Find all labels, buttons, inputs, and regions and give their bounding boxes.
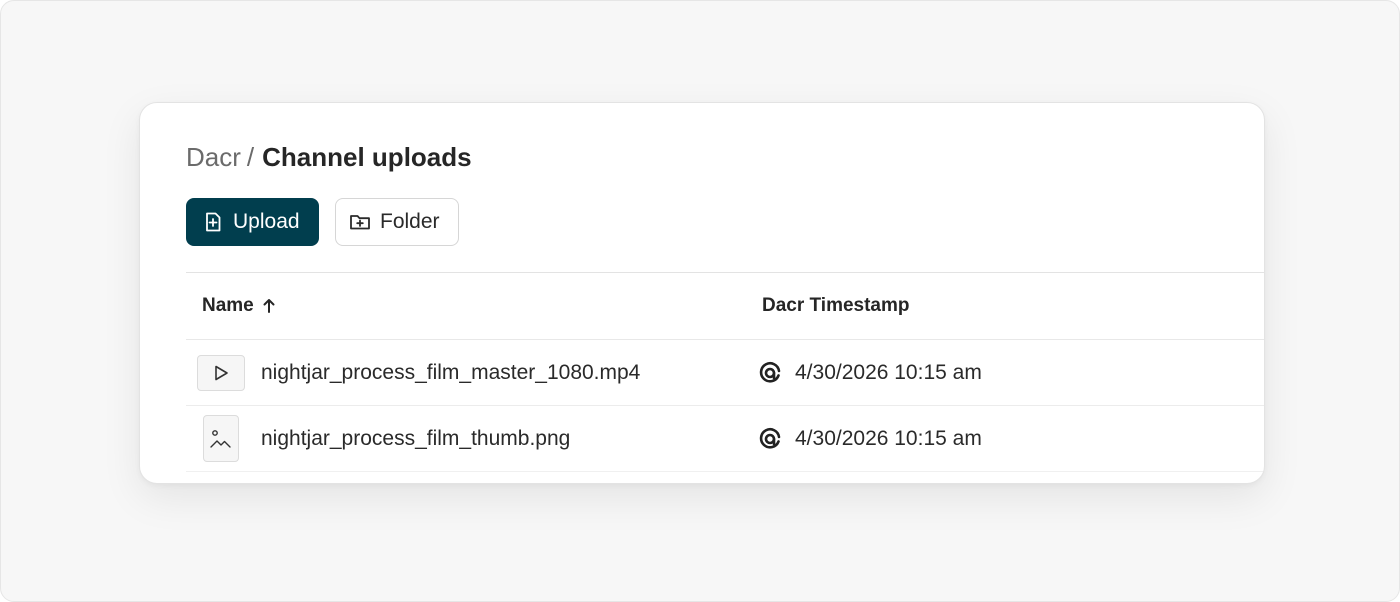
table-header: Name Dacr Timestamp — [186, 272, 1264, 340]
table-row[interactable]: nightjar_process_film_thumb.png 4/30/202… — [186, 406, 1264, 472]
row-timestamp: 4/30/2026 10:15 am — [795, 427, 982, 450]
file-name[interactable]: nightjar_process_film_master_1080.mp4 — [261, 340, 640, 405]
column-header-name-label: Name — [202, 295, 254, 316]
table-row[interactable]: nightjar_process_film_master_1080.mp4 4/… — [186, 340, 1264, 406]
file-plus-icon — [202, 211, 224, 233]
folder-plus-icon — [349, 211, 371, 233]
sort-ascending-icon — [262, 298, 276, 314]
dacr-logo-icon — [757, 426, 783, 452]
new-folder-button[interactable]: Folder — [335, 198, 459, 246]
video-file-thumbnail — [197, 355, 245, 391]
new-folder-button-label: Folder — [380, 210, 440, 233]
app-background: Dacr / Channel uploads Upload Folder Nam… — [0, 0, 1400, 602]
image-icon — [209, 427, 233, 451]
row-timestamp: 4/30/2026 10:15 am — [795, 361, 982, 384]
upload-button[interactable]: Upload — [186, 198, 319, 246]
uploads-card: Dacr / Channel uploads Upload Folder Nam… — [139, 102, 1265, 484]
upload-button-label: Upload — [233, 210, 300, 233]
play-icon — [212, 364, 230, 382]
breadcrumb: Dacr / Channel uploads — [186, 139, 472, 175]
page-title: Channel uploads — [262, 142, 472, 172]
column-header-timestamp-label: Dacr Timestamp — [762, 295, 910, 316]
breadcrumb-root-link[interactable]: Dacr — [186, 142, 241, 172]
column-header-timestamp[interactable]: Dacr Timestamp — [762, 273, 910, 339]
file-name[interactable]: nightjar_process_film_thumb.png — [261, 406, 570, 471]
column-header-name[interactable]: Name — [202, 273, 276, 339]
breadcrumb-separator: / — [246, 142, 255, 172]
dacr-logo-icon — [757, 360, 783, 386]
image-file-thumbnail — [203, 415, 239, 462]
files-table: Name Dacr Timestamp nightjar_process_fil… — [186, 272, 1264, 472]
